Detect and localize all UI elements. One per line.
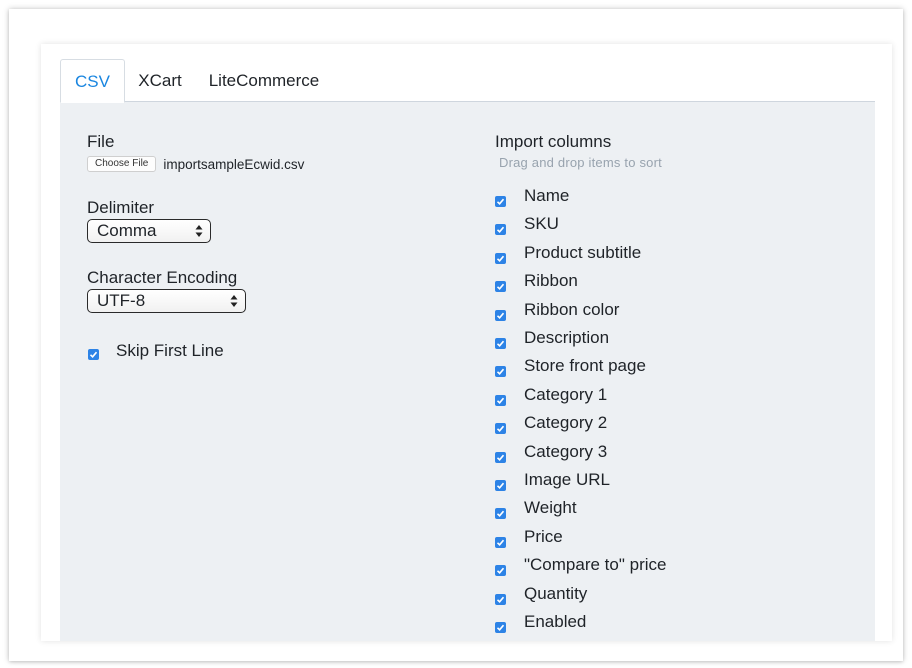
checkmark-icon — [496, 425, 505, 433]
encoding-value: UTF-8 — [97, 291, 146, 310]
import-column-checkbox[interactable] — [495, 423, 506, 435]
checkmark-icon — [496, 255, 505, 262]
import-column-item[interactable]: Ribbon color — [495, 300, 795, 328]
import-column-checkbox[interactable] — [495, 309, 506, 321]
import-column-checkbox[interactable] — [495, 480, 506, 491]
checkmark-icon — [496, 397, 505, 404]
tab-csv[interactable]: CSV — [60, 59, 125, 103]
import-column-checkbox[interactable] — [495, 508, 506, 520]
tab-litecommerce[interactable]: LiteCommerce — [203, 59, 325, 102]
import-column-label: Price — [524, 526, 563, 546]
import-column-label: Product subtitle — [524, 242, 642, 262]
import-column-label: Category 3 — [524, 441, 608, 461]
import-column-label: Category 2 — [524, 413, 608, 433]
import-column-item[interactable]: Product subtitle — [495, 243, 795, 271]
skip-first-line-label: Skip First Line — [116, 341, 224, 360]
import-column-label: Quantity — [524, 583, 588, 603]
csv-panel: File Choose File importsampleEcwid.csv D… — [60, 102, 875, 641]
checkmark-icon — [496, 227, 505, 234]
import-column-item[interactable]: Image URL — [495, 470, 795, 498]
checkmark-icon — [496, 312, 505, 319]
checkmark-icon — [496, 511, 505, 518]
import-column-checkbox[interactable] — [495, 196, 506, 207]
import-column-item[interactable]: SKU — [495, 214, 795, 242]
import-column-label: Store front page — [524, 356, 646, 376]
choose-file-button[interactable]: Choose File — [87, 156, 157, 172]
import-column-label: Enabled — [524, 612, 587, 631]
import-column-item[interactable]: Description — [495, 328, 795, 356]
import-column-checkbox[interactable] — [495, 536, 506, 548]
import-column-label: Ribbon color — [524, 299, 620, 319]
import-column-checkbox[interactable] — [495, 224, 506, 236]
checkmark-icon — [496, 369, 505, 376]
select-arrows-icon — [230, 295, 238, 307]
import-column-checkbox[interactable] — [495, 622, 506, 633]
selected-file-name: importsampleEcwid.csv — [163, 156, 305, 172]
checkmark-icon — [496, 454, 505, 461]
import-column-checkbox[interactable] — [495, 394, 506, 406]
import-card: CSV XCart LiteCommerce File Choose File … — [41, 44, 892, 641]
import-column-checkbox[interactable] — [495, 565, 506, 577]
checkmark-icon — [496, 482, 505, 489]
delimiter-select[interactable]: Comma — [87, 219, 211, 243]
checkmark-icon — [496, 283, 505, 291]
delimiter-label: Delimiter — [87, 198, 155, 217]
import-column-item[interactable]: Weight — [495, 498, 795, 526]
import-column-item[interactable]: Ribbon — [495, 271, 795, 299]
import-columns-title: Import columns — [495, 132, 612, 151]
checkmark-icon — [496, 624, 505, 631]
import-columns-list: Name SKU Product subtitle Ribbon Ribbon colo… — [495, 186, 815, 641]
import-column-item[interactable]: Enabled — [495, 612, 795, 640]
screenshot-frame: CSV XCart LiteCommerce File Choose File … — [9, 9, 903, 661]
encoding-label: Character Encoding — [87, 268, 238, 287]
import-column-item[interactable]: Category 3 — [495, 442, 795, 470]
checkmark-icon — [496, 198, 505, 205]
import-column-checkbox[interactable] — [495, 281, 506, 293]
checkmark-icon — [496, 567, 505, 575]
import-column-checkbox[interactable] — [495, 451, 506, 463]
import-column-item[interactable]: Category 2 — [495, 413, 795, 441]
checkmark-icon — [89, 351, 98, 358]
tab-bar: CSV XCart LiteCommerce — [60, 59, 875, 103]
import-column-checkbox[interactable] — [495, 252, 506, 264]
checkmark-icon — [496, 596, 505, 603]
import-column-label: Description — [524, 328, 610, 347]
select-arrows-icon — [195, 225, 203, 237]
checkmark-icon — [496, 539, 505, 546]
import-column-item[interactable]: Quantity — [495, 584, 795, 612]
tab-xcart[interactable]: XCart — [135, 59, 185, 102]
import-column-checkbox[interactable] — [495, 366, 506, 378]
file-label: File — [87, 132, 115, 151]
delimiter-value: Comma — [97, 221, 157, 240]
import-column-checkbox[interactable] — [495, 593, 506, 605]
file-input: Choose File importsampleEcwid.csv — [87, 156, 304, 172]
import-column-label: Ribbon — [524, 271, 578, 291]
import-column-label: Name — [524, 186, 570, 205]
import-column-item[interactable]: Price — [495, 527, 795, 555]
import-column-checkbox[interactable] — [495, 338, 506, 349]
import-column-label: Image URL — [524, 470, 610, 489]
import-column-item[interactable]: Store front page — [495, 356, 795, 384]
import-column-label: SKU — [524, 214, 559, 234]
import-column-item[interactable]: Category 1 — [495, 385, 795, 413]
drag-drop-hint: Drag and drop items to sort — [499, 155, 662, 170]
import-column-label: "Compare to" price — [524, 555, 667, 575]
import-column-item[interactable]: Name — [495, 186, 795, 214]
encoding-select[interactable]: UTF-8 — [87, 289, 246, 313]
import-column-item[interactable]: "Compare to" price — [495, 555, 795, 583]
checkmark-icon — [496, 340, 505, 347]
import-column-label: Category 1 — [524, 384, 608, 404]
import-column-label: Weight — [524, 498, 577, 518]
skip-first-line-checkbox[interactable] — [88, 349, 99, 360]
